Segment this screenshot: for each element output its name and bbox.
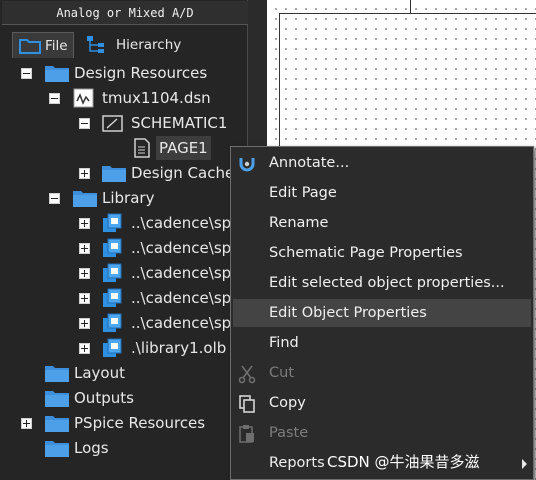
tree-item-library-file[interactable]: ..\cadence\sp xyxy=(0,286,240,310)
tree-item-label: .\library1.olb xyxy=(131,339,227,357)
menu-item-label: Copy xyxy=(269,395,306,411)
tree-item-label: PSpice Resources xyxy=(74,414,206,432)
tree-item-label: Layout xyxy=(74,364,125,382)
tab-file[interactable]: File xyxy=(12,32,74,58)
tree-item-library-file[interactable]: ..\cadence\sp xyxy=(0,311,240,335)
tab-hierarchy-label: Hierarchy xyxy=(116,37,182,53)
tree-item-library[interactable]: Library xyxy=(0,186,240,210)
tree-item-label: Logs xyxy=(74,439,109,457)
tree-item-library-file[interactable]: .\library1.olb xyxy=(0,336,240,360)
project-manager-panel: Analog or Mixed A/D File Hierarchy Desig… xyxy=(0,0,248,480)
menu-item-edit-selected-object-properties[interactable]: Edit selected object properties... xyxy=(233,269,531,297)
tree-item-label: tmux1104.dsn xyxy=(102,89,211,107)
tree-item-label: ..\cadence\sp xyxy=(131,239,232,257)
tree-item-design-cache[interactable]: Design Cache xyxy=(0,161,240,185)
tab-hierarchy[interactable]: Hierarchy xyxy=(82,32,202,58)
tree-item-label: Design Resources xyxy=(74,64,208,82)
menu-item-label: Edit Object Properties xyxy=(269,305,427,321)
tree-item-label: ..\cadence\sp xyxy=(131,289,232,307)
tree-item-page1[interactable]: PAGE1 xyxy=(128,136,211,160)
collapse-icon[interactable] xyxy=(79,118,90,129)
menu-item-label: Annotate... xyxy=(269,155,350,171)
tree-item-label: ..\cadence\sp xyxy=(131,214,232,232)
tab-file-label: File xyxy=(45,38,68,54)
tree-item-library-file[interactable]: ..\cadence\sp xyxy=(0,236,240,260)
tree-item-design-resources[interactable]: Design Resources xyxy=(0,61,240,85)
tree-item-logs[interactable]: Logs xyxy=(0,436,240,460)
expand-icon[interactable] xyxy=(79,318,90,329)
menu-item-paste[interactable]: Paste xyxy=(233,419,531,447)
collapse-icon[interactable] xyxy=(21,68,32,79)
panel-tabbar: File Hierarchy xyxy=(2,32,242,58)
expand-icon[interactable] xyxy=(79,268,90,279)
tree-item-design-file[interactable]: tmux1104.dsn xyxy=(0,86,240,110)
watermark: CSDN @牛油果昔多滋 xyxy=(327,453,480,471)
expand-icon[interactable] xyxy=(79,293,90,304)
menu-item-cut[interactable]: Cut xyxy=(233,359,531,387)
tree-item-label: Design Cache xyxy=(131,164,235,182)
tree-item-label: Outputs xyxy=(74,389,134,407)
menu-item-label: Schematic Page Properties xyxy=(269,245,463,261)
sheet-border-tick xyxy=(410,0,411,13)
menu-item-schematic-page-properties[interactable]: Schematic Page Properties xyxy=(233,239,531,267)
menu-item-label: Edit Page xyxy=(269,185,337,201)
tree-item-library-file[interactable]: ..\cadence\sp xyxy=(0,211,240,235)
tree-item-outputs[interactable]: Outputs xyxy=(0,386,240,410)
menu-item-copy[interactable]: Copy xyxy=(233,389,531,417)
tree-item-layout[interactable]: Layout xyxy=(0,361,240,385)
context-menu: Annotate... Edit Page Rename Schematic P… xyxy=(230,146,534,480)
tree-item-label: ..\cadence\sp xyxy=(131,264,232,282)
tree-item-label: ..\cadence\sp xyxy=(131,314,232,332)
menu-item-label: Cut xyxy=(269,365,294,381)
expand-icon[interactable] xyxy=(79,218,90,229)
menu-item-edit-object-properties[interactable]: Edit Object Properties xyxy=(233,299,531,327)
tree-item-label: PAGE1 xyxy=(156,136,211,160)
expand-icon[interactable] xyxy=(79,343,90,354)
tree-item-library-file[interactable]: ..\cadence\sp xyxy=(0,261,240,285)
submenu-arrow-icon xyxy=(522,459,527,469)
menu-item-label: Reports xyxy=(269,455,325,471)
schematic-folder-icon xyxy=(101,113,125,140)
menu-item-label: Edit selected object properties... xyxy=(269,275,505,291)
folder-icon xyxy=(44,438,70,465)
expand-icon[interactable] xyxy=(79,168,90,179)
menu-item-label: Rename xyxy=(269,215,329,231)
menu-item-find[interactable]: Find xyxy=(233,329,531,357)
collapse-icon[interactable] xyxy=(49,93,60,104)
tree-item-label: SCHEMATIC1 xyxy=(131,114,228,132)
menu-item-annotate[interactable]: Annotate... xyxy=(233,149,531,177)
menu-item-edit-page[interactable]: Edit Page xyxy=(233,179,531,207)
tree-item-schematic1[interactable]: SCHEMATIC1 xyxy=(0,111,240,135)
menu-item-rename[interactable]: Rename xyxy=(233,209,531,237)
tree-item-label: Library xyxy=(102,189,155,207)
collapse-icon[interactable] xyxy=(49,193,60,204)
project-tree: Design Resources tmux1104.dsn SCHEMATIC1… xyxy=(0,60,246,480)
panel-title: Analog or Mixed A/D xyxy=(2,1,248,25)
menu-item-label: Find xyxy=(269,335,299,351)
expand-icon[interactable] xyxy=(21,418,32,429)
expand-icon[interactable] xyxy=(79,243,90,254)
tree-item-pspice-resources[interactable]: PSpice Resources xyxy=(0,411,240,435)
menu-item-label: Paste xyxy=(269,425,309,441)
